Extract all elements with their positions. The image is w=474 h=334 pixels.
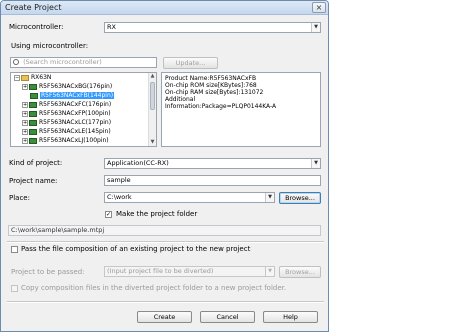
chip-icon — [29, 137, 37, 144]
scroll-down-icon[interactable]: ▼ — [149, 139, 156, 146]
place-value: C:\work — [107, 193, 132, 201]
expand-icon[interactable]: + — [22, 137, 28, 144]
tree-root-item[interactable]: − RX63N — [14, 74, 51, 82]
create-button[interactable]: Create — [137, 311, 192, 323]
search-microcontroller-input[interactable]: (Search microcontroller) — [10, 57, 157, 68]
tree-item[interactable]: + R5F563NACxBG(176pin) — [22, 83, 112, 91]
expand-icon[interactable]: + — [22, 128, 28, 135]
pass-composition-label: Pass the file composition of an existing… — [21, 245, 251, 253]
help-button[interactable]: Help — [263, 311, 318, 323]
info-line: Additional — [165, 96, 196, 103]
project-to-be-passed-placeholder: (Input project file to be diverted) — [107, 267, 214, 275]
tree-item-label: R5F563NACxLE(145pin) — [39, 128, 111, 135]
close-icon: × — [315, 3, 323, 12]
close-button[interactable]: × — [312, 2, 326, 13]
scroll-up-icon[interactable]: ▲ — [149, 73, 156, 80]
project-path-text: C:\work\sample\sample.mtpj — [11, 226, 105, 234]
expand-icon[interactable]: + — [22, 101, 28, 108]
separator — [7, 301, 324, 303]
chip-icon — [29, 119, 37, 126]
scroll-thumb[interactable] — [150, 82, 155, 110]
project-to-be-passed-select[interactable]: (Input project file to be diverted) ▼ — [104, 266, 275, 277]
microcontroller-info-panel: Product Name:R5F563NACxFB On-chip ROM si… — [161, 72, 321, 147]
chip-icon — [29, 101, 37, 108]
microcontroller-select[interactable]: RX ▼ — [104, 22, 321, 33]
microcontroller-value: RX — [107, 23, 116, 31]
chip-icon — [29, 128, 37, 135]
info-line: Information:Package=PLQP0144KA-A — [165, 103, 277, 110]
tree-item[interactable]: + R5F563NACxFP(100pin) — [22, 110, 111, 118]
info-line: On-chip ROM size[KBytes]:768 — [165, 82, 257, 89]
kind-of-project-label: Kind of project: — [9, 159, 63, 167]
folder-icon — [21, 74, 29, 81]
cancel-button[interactable]: Cancel — [200, 311, 255, 323]
tree-item-selected[interactable]: R5F563NACxFB(144pin) — [30, 92, 115, 100]
chevron-down-icon: ▼ — [265, 193, 274, 202]
make-folder-label: Make the project folder — [116, 210, 198, 218]
tree-item-label: R5F563NACxLJ(100pin) — [39, 137, 109, 144]
pass-composition-checkbox[interactable] — [11, 246, 18, 253]
expand-icon[interactable]: + — [22, 119, 28, 126]
tree-scrollbar[interactable]: ▲ ▼ — [148, 73, 156, 146]
project-to-be-passed-label: Project to be passed: — [11, 268, 85, 276]
tree-item-label: R5F563NACxLC(177pin) — [39, 119, 112, 126]
info-line: Product Name:R5F563NACxFB — [165, 75, 257, 82]
tree-item-label: R5F563NACxFB(144pin) — [40, 92, 115, 99]
tree-item[interactable]: + R5F563NACxLE(145pin) — [22, 128, 111, 136]
passed-browse-button[interactable]: Browse... — [279, 266, 321, 278]
kind-of-project-value: Application(CC-RX) — [107, 159, 169, 167]
tree-item[interactable]: + R5F563NACxLJ(100pin) — [22, 137, 109, 145]
project-name-value: sample — [107, 176, 131, 184]
chevron-down-icon: ▼ — [265, 267, 274, 276]
project-name-input[interactable]: sample — [104, 175, 321, 186]
microcontroller-tree[interactable]: − RX63N + R5F563NACxBG(176pin) R5F563NACxF… — [10, 72, 157, 147]
make-folder-checkbox[interactable]: ✓ — [105, 211, 112, 218]
tree-item-label: R5F563NACxBG(176pin) — [39, 83, 113, 90]
create-project-dialog: Create Project × Microcontroller: RX ▼ U… — [0, 0, 329, 332]
collapse-icon[interactable]: − — [14, 74, 20, 81]
tree-item[interactable]: + R5F563NACxFC(176pin) — [22, 101, 111, 109]
microcontroller-label: Microcontroller: — [9, 23, 64, 31]
tree-item-label: R5F563NACxFP(100pin) — [39, 110, 111, 117]
search-placeholder: (Search microcontroller) — [23, 58, 102, 66]
kind-of-project-select[interactable]: Application(CC-RX) ▼ — [104, 158, 321, 169]
place-browse-button[interactable]: Browse... — [279, 192, 321, 204]
chip-icon — [30, 92, 38, 99]
using-microcontroller-label: Using microcontroller: — [11, 42, 89, 50]
chip-icon — [29, 83, 37, 90]
project-path-display: C:\work\sample\sample.mtpj — [8, 225, 321, 236]
place-select[interactable]: C:\work ▼ — [104, 192, 275, 203]
expand-icon[interactable]: + — [22, 110, 28, 117]
separator — [7, 241, 324, 243]
update-button[interactable]: Update... — [163, 57, 218, 69]
tree-item[interactable]: + R5F563NACxLC(177pin) — [22, 119, 111, 127]
expand-icon[interactable]: + — [22, 83, 28, 90]
tree-root-label: RX63N — [31, 74, 52, 81]
tree-item-label: R5F563NACxFC(176pin) — [39, 101, 112, 108]
title-bar: Create Project × — [1, 1, 328, 15]
project-name-label: Project name: — [9, 177, 58, 185]
window-title: Create Project — [5, 3, 62, 12]
copy-files-checkbox[interactable] — [11, 285, 18, 292]
info-line: On-chip RAM size[Bytes]:131072 — [165, 89, 264, 96]
chevron-down-icon: ▼ — [311, 159, 320, 168]
place-label: Place: — [9, 194, 30, 202]
chip-icon — [29, 110, 37, 117]
search-icon — [13, 59, 19, 65]
chevron-down-icon: ▼ — [311, 23, 320, 32]
copy-files-label: Copy composition files in the diverted p… — [21, 284, 287, 292]
